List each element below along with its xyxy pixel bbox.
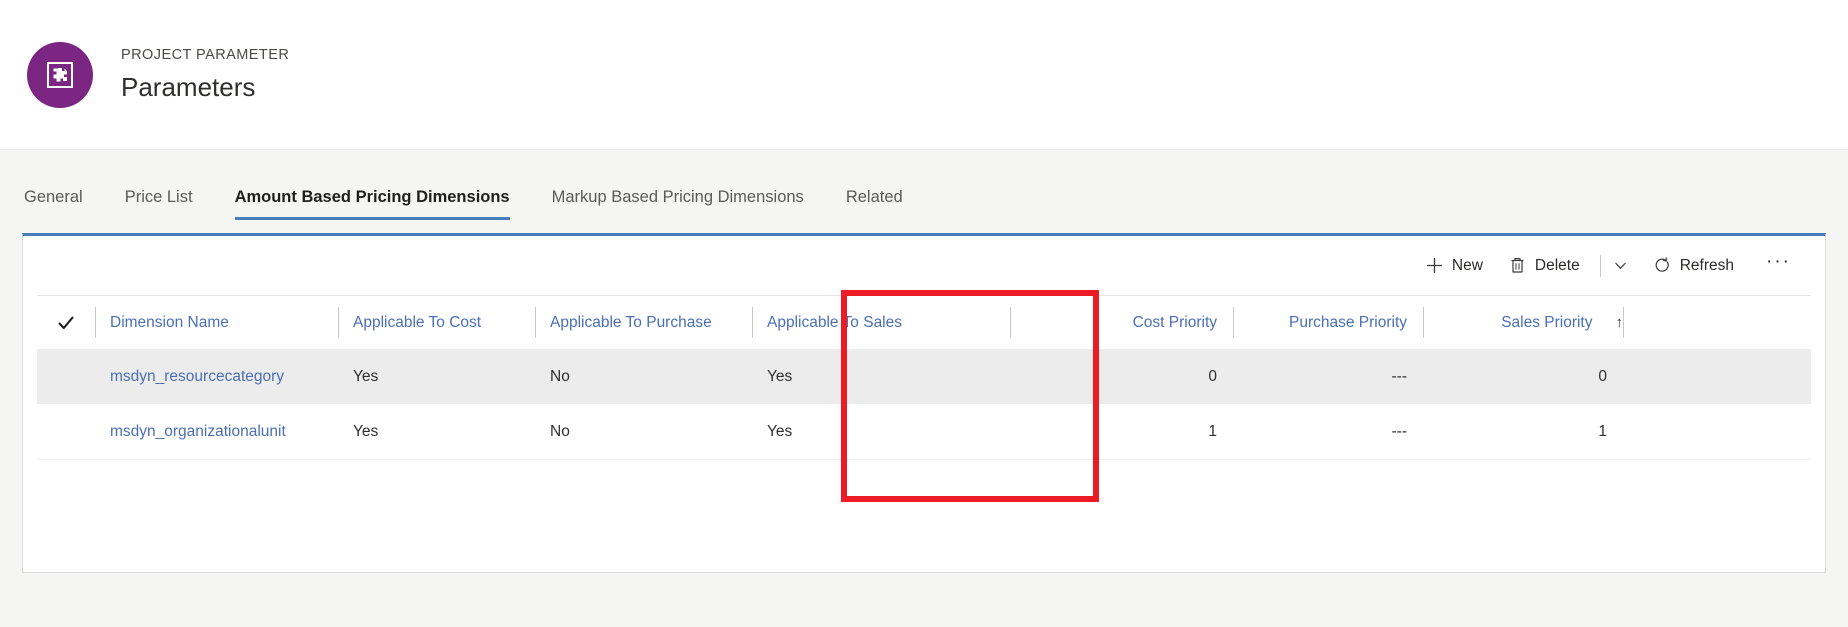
chevron-down-icon [1612,257,1629,274]
delete-button-label: Delete [1534,256,1580,274]
column-divider [1233,307,1234,338]
column-divider [1010,307,1011,338]
cell-text: msdyn_resourcecategory [110,367,285,385]
cell-cost-priority: 0 [1010,349,1233,404]
cell-text: 0 [1598,367,1607,385]
cell-text: Yes [353,422,379,440]
column-divider [535,307,536,338]
column-header-label: Cost Priority [1132,313,1217,331]
cell-sales-priority: 1 [1423,404,1623,459]
grid-bottom-rule [37,459,1811,460]
entity-type-label: PROJECT PARAMETER [121,46,290,63]
cell-applicable-to-sales: Yes [752,349,1010,404]
cell-cost-priority: 1 [1010,404,1233,459]
cell-text: 1 [1208,422,1217,440]
tab-price-list[interactable]: Price List [125,188,193,220]
grid-header-row: Dimension Name Applicable To Cost Applic… [37,295,1811,349]
cell-applicable-to-purchase: No [535,404,752,459]
grid-command-bar: New Delete Refresh ··· [23,236,1825,295]
cell-applicable-to-cost: Yes [338,349,535,404]
refresh-icon [1654,257,1671,274]
refresh-button[interactable]: Refresh [1644,251,1744,281]
column-header-applicable-to-sales[interactable]: Applicable To Sales [752,296,1010,349]
tab-markup-based-pricing-dimensions[interactable]: Markup Based Pricing Dimensions [552,188,804,220]
plus-icon [1426,257,1443,274]
column-header-label: Dimension Name [110,313,229,331]
table-row[interactable]: msdyn_resourcecategory Yes No Yes 0 --- … [37,349,1811,404]
column-divider [338,307,339,338]
toolbar-divider [1599,254,1601,277]
column-header-label: Applicable To Purchase [550,313,712,331]
trash-icon [1509,257,1526,274]
cell-sales-priority: 0 [1423,349,1623,404]
column-header-label: Applicable To Sales [767,313,902,331]
entity-avatar [27,41,93,108]
sort-ascending-icon: ↑ [1615,314,1624,331]
cell-text: 0 [1208,367,1217,385]
cell-dimension-name[interactable]: msdyn_organizationalunit [95,404,338,459]
page-title: Parameters [121,71,256,102]
row-tail [1623,404,1811,459]
refresh-button-label: Refresh [1679,256,1735,274]
cell-text: 1 [1598,422,1607,440]
cell-text: Yes [353,367,379,385]
cell-applicable-to-sales: Yes [752,404,1010,459]
tab-related[interactable]: Related [846,188,903,220]
cell-text: --- [1391,367,1408,385]
cell-text: msdyn_organizationalunit [110,422,286,440]
cell-purchase-priority: --- [1233,404,1423,459]
parameters-entity-icon [47,61,73,88]
cell-applicable-to-purchase: No [535,349,752,404]
subgrid-card: New Delete Refresh ··· Dimension Name Ap… [22,233,1826,573]
more-commands-icon[interactable]: ··· [1754,250,1803,281]
row-select-checkbox[interactable] [37,349,95,404]
new-button[interactable]: New [1416,251,1493,281]
delete-button[interactable]: Delete [1499,251,1590,281]
delete-dropdown-button[interactable] [1603,251,1638,280]
select-all-checkbox[interactable] [37,296,95,349]
column-header-tail [1623,296,1811,349]
column-header-applicable-to-cost[interactable]: Applicable To Cost [338,296,535,349]
table-row[interactable]: msdyn_organizationalunit Yes No Yes 1 --… [37,404,1811,459]
cell-applicable-to-cost: Yes [338,404,535,459]
checkmark-icon [58,316,74,329]
cell-text: Yes [767,422,793,440]
column-header-cost-priority[interactable]: Cost Priority [1010,296,1233,349]
new-button-label: New [1451,256,1483,274]
column-header-dimension-name[interactable]: Dimension Name [95,296,338,349]
cell-purchase-priority: --- [1233,349,1423,404]
column-header-label: Sales Priority [1501,313,1593,331]
tab-general[interactable]: General [24,188,83,220]
column-header-sales-priority[interactable]: Sales Priority ↑ [1423,296,1623,349]
cell-text: No [550,367,570,385]
cell-dimension-name[interactable]: msdyn_resourcecategory [95,349,338,404]
column-divider [752,307,753,338]
column-header-label: Applicable To Cost [353,313,482,331]
header-text-block: PROJECT PARAMETER Parameters [121,46,290,102]
tab-strip: General Price List Amount Based Pricing … [0,150,1848,220]
tab-amount-based-pricing-dimensions[interactable]: Amount Based Pricing Dimensions [234,188,510,220]
page-header: PROJECT PARAMETER Parameters [0,0,1848,150]
row-tail [1623,349,1811,404]
column-divider [1423,307,1424,338]
row-select-checkbox[interactable] [37,404,95,459]
cell-text: Yes [767,367,793,385]
column-divider [95,307,96,338]
column-header-purchase-priority[interactable]: Purchase Priority [1233,296,1423,349]
column-divider [1623,307,1624,338]
column-header-label: Purchase Priority [1288,313,1407,331]
column-header-applicable-to-purchase[interactable]: Applicable To Purchase [535,296,752,349]
cell-text: No [550,422,570,440]
cell-text: --- [1391,422,1408,440]
